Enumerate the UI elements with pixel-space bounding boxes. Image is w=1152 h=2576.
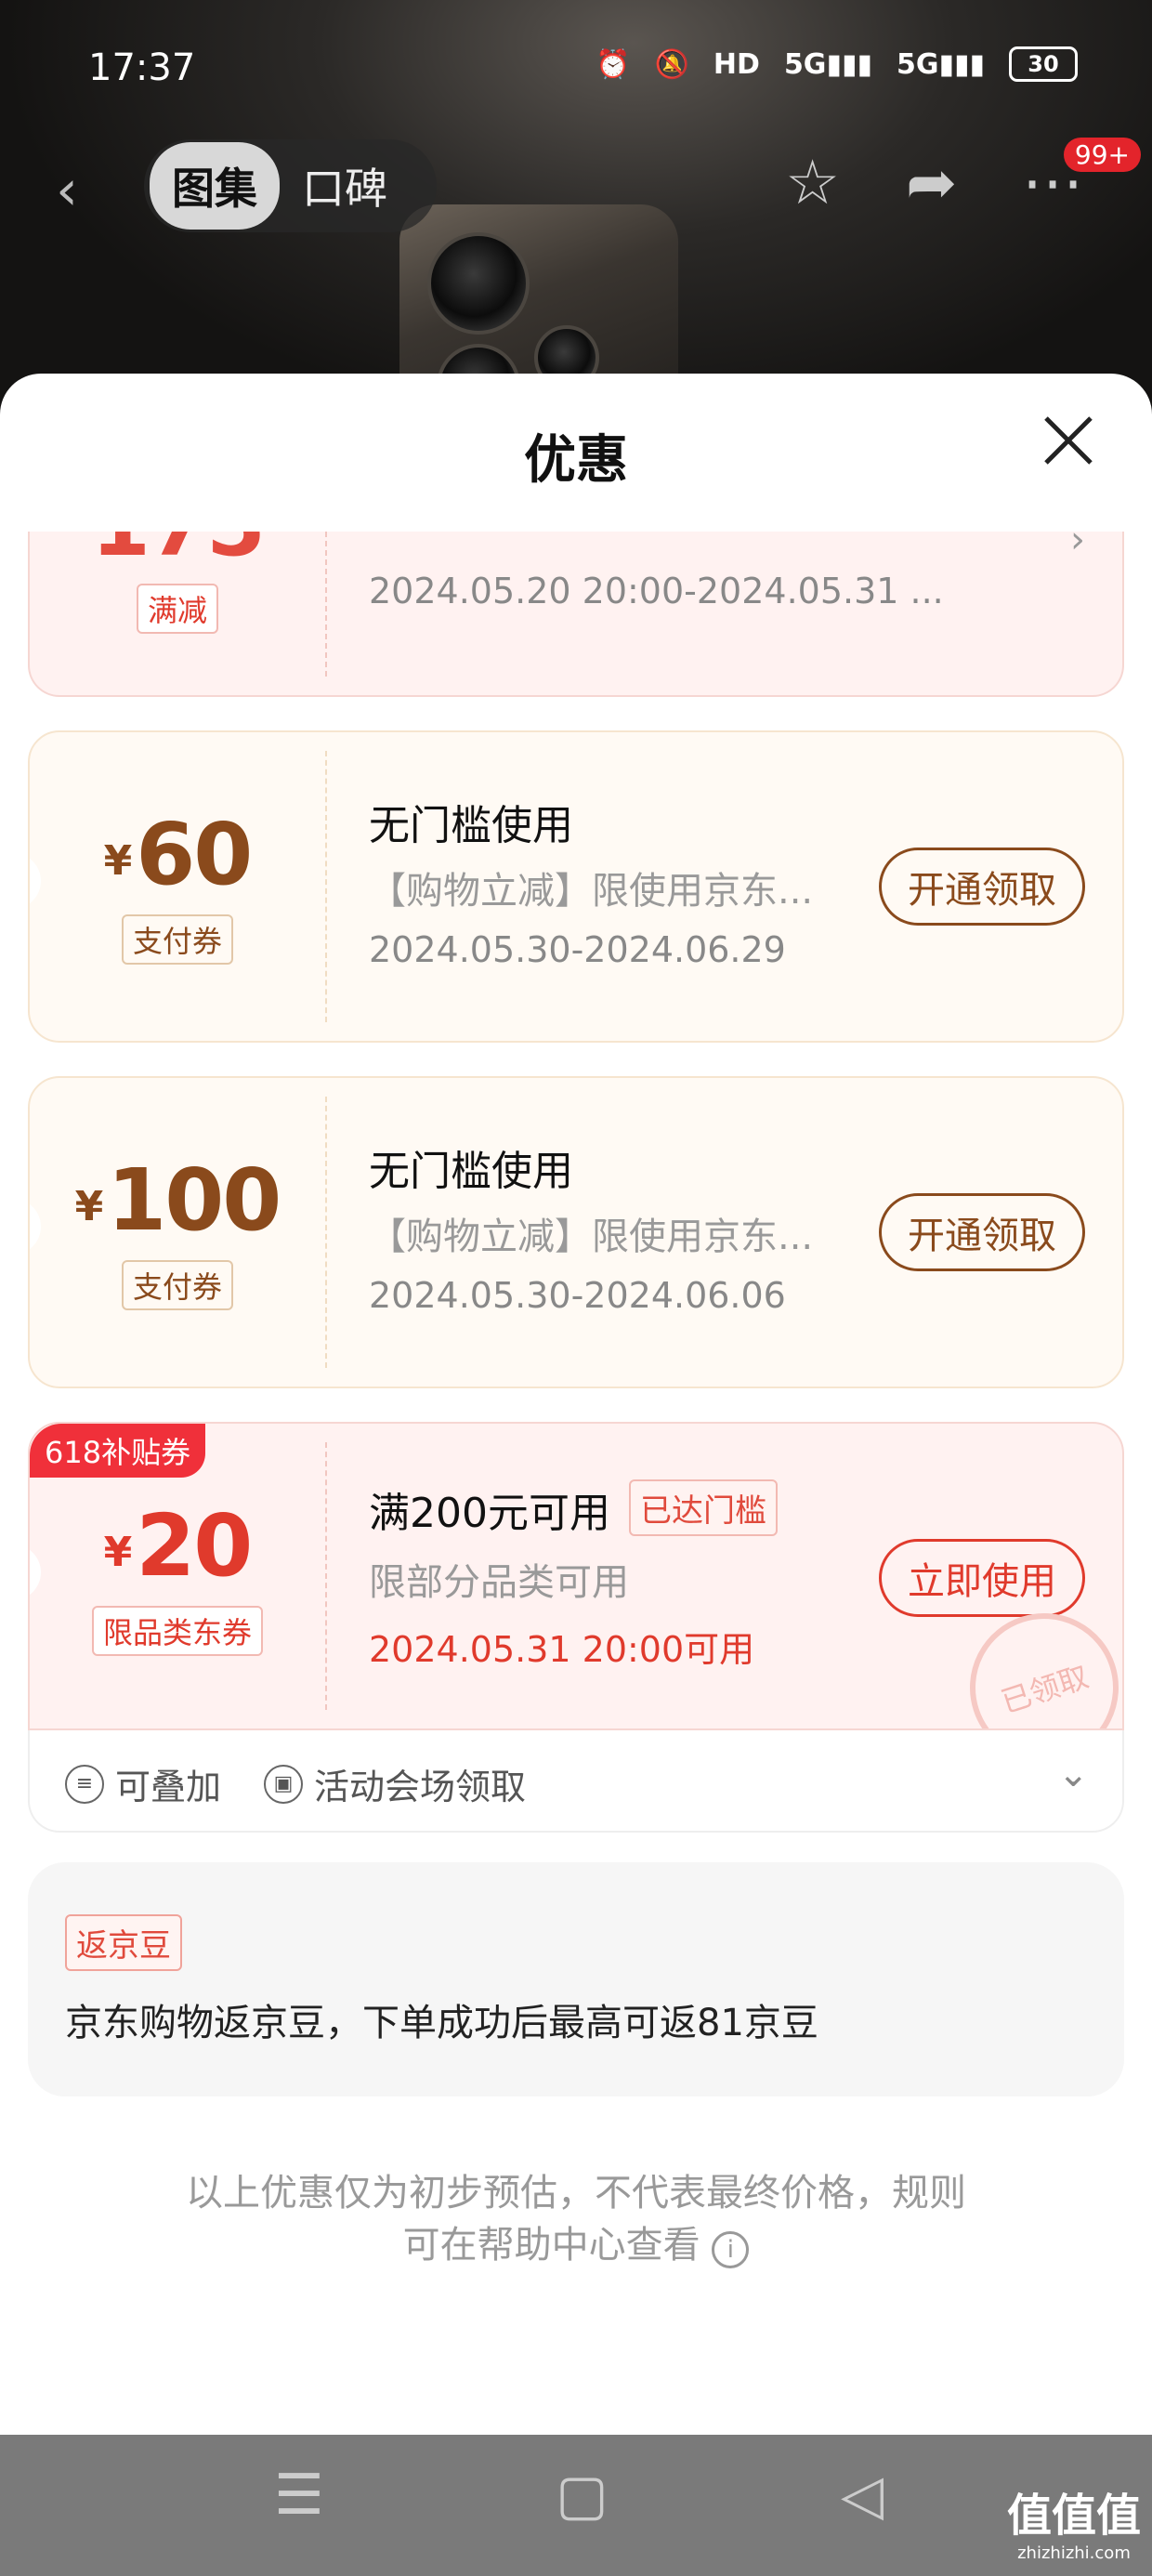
coupon-card[interactable]: ¥60 支付券 无门槛使用 【购物立减】限使用京东... 2024.05.30-… bbox=[28, 730, 1124, 1043]
menu-icon[interactable]: ☰ bbox=[274, 2463, 324, 2528]
coupon-description: 限部分品类可用 bbox=[369, 1561, 629, 1604]
stack-icon: ≡ bbox=[65, 1764, 104, 1804]
info-icon[interactable]: i bbox=[712, 2231, 750, 2268]
coupon-validity: 2024.05.31 20:00可用 bbox=[369, 1629, 755, 1670]
signal-icon: 5G▮▮▮ bbox=[783, 47, 872, 81]
hd-icon: HD bbox=[713, 47, 760, 81]
coupon-amount: 60 bbox=[136, 805, 253, 904]
coupon-type-tag: 限品类东券 bbox=[91, 1606, 264, 1656]
coupon-title: 无门槛使用 bbox=[369, 1148, 573, 1195]
star-icon[interactable]: ☆ bbox=[785, 147, 840, 218]
tab-reviews[interactable]: 口碑 bbox=[280, 142, 410, 230]
coupon-card[interactable]: 618补贴券 ¥20 限品类东券 满200元可用 已达门槛 限部分品类可用 202… bbox=[28, 1422, 1124, 1730]
coupon-description: 【购物立减】限使用京东... bbox=[369, 870, 814, 913]
coupon-validity: 2024.05.30-2024.06.29 bbox=[369, 929, 786, 970]
coupon-title-row: 满200元可用 已达门槛 bbox=[369, 1479, 778, 1539]
watermark: 值值值 zhizhizhi.com bbox=[1006, 2490, 1141, 2563]
coupon-card[interactable]: ¥100 支付券 无门槛使用 【购物立减】限使用京东... 2024.05.30… bbox=[28, 1076, 1124, 1388]
activate-claim-button[interactable]: 开通领取 bbox=[879, 1193, 1085, 1271]
sheet-title: 优惠 bbox=[524, 430, 628, 491]
share-icon[interactable]: ➦ bbox=[906, 147, 957, 218]
status-time: 17:37 bbox=[88, 46, 196, 89]
back-triangle-icon[interactable]: ◁ bbox=[841, 2463, 884, 2528]
coupon-description: 【购物立减】限使用京东... bbox=[369, 1216, 814, 1258]
bean-tag: 返京豆 bbox=[65, 1914, 182, 1971]
mute-icon: 🔕 bbox=[654, 47, 689, 81]
alarm-icon: ⏰ bbox=[596, 47, 631, 81]
coupon-validity: 2024.05.30-2024.06.06 bbox=[369, 1275, 786, 1316]
coupon-features-row: ≡ 可叠加 ▣ 活动会场领取 ⌄ bbox=[28, 1730, 1124, 1833]
coupon-type-tag: 支付券 bbox=[121, 1260, 234, 1310]
coupon-validity: 2024.05.20 20:00-2024.05.31 ... bbox=[369, 571, 944, 611]
offers-sheet: 优惠 175 满减 2024.05.20 20:00-2024.05.31 ..… bbox=[0, 374, 1152, 2435]
notification-badge: 99+ bbox=[1063, 138, 1141, 172]
coupon-type-tag: 满减 bbox=[136, 584, 219, 634]
tab-switcher: 图集 口碑 bbox=[144, 139, 437, 232]
coupon-title: 无门槛使用 bbox=[369, 802, 573, 849]
signal-icon-2: 5G▮▮▮ bbox=[896, 47, 985, 81]
jd-bean-rebate-card: 返京豆 京东购物返京豆，下单成功后最高可返81京豆 bbox=[28, 1862, 1124, 2096]
home-icon[interactable]: ▢ bbox=[556, 2463, 609, 2528]
status-bar: 17:37 ⏰ 🔕 HD 5G▮▮▮ 5G▮▮▮ 30 bbox=[0, 0, 1152, 139]
activate-claim-button[interactable]: 开通领取 bbox=[879, 848, 1085, 926]
chevron-down-icon[interactable]: ⌄ bbox=[1057, 1753, 1089, 1795]
ticket-icon: ▣ bbox=[264, 1764, 303, 1804]
coupon-title: 满200元可用 bbox=[369, 1490, 610, 1537]
system-navigation-bar: ☰ ▢ ◁ 值值值 zhizhizhi.com bbox=[0, 2435, 1152, 2576]
coupon-amount: 175 bbox=[91, 532, 266, 575]
venue-claim-feature: ▣ 活动会场领取 bbox=[264, 1758, 526, 1809]
battery-icon: 30 bbox=[1009, 46, 1078, 82]
top-navigation: ‹ 图集 口碑 ☆ ➦ ⋯ 99+ bbox=[0, 138, 1152, 232]
coupon-card[interactable]: 175 满减 2024.05.20 20:00-2024.05.31 ... › bbox=[28, 532, 1124, 697]
tab-gallery[interactable]: 图集 bbox=[150, 142, 280, 230]
stackable-feature: ≡ 可叠加 bbox=[65, 1758, 221, 1809]
disclaimer: 以上优惠仅为初步预估，不代表最终价格，规则 可在帮助中心查看 i bbox=[186, 2172, 966, 2268]
threshold-reached-badge: 已达门槛 bbox=[628, 1479, 778, 1536]
chevron-right-icon[interactable]: › bbox=[1070, 532, 1085, 561]
close-icon[interactable] bbox=[1039, 411, 1098, 470]
coupon-amount: 20 bbox=[136, 1496, 253, 1596]
bean-description: 京东购物返京豆，下单成功后最高可返81京豆 bbox=[65, 2002, 818, 2044]
use-now-button[interactable]: 立即使用 bbox=[879, 1539, 1085, 1617]
back-icon[interactable]: ‹ bbox=[56, 158, 78, 223]
coupon-amount: 100 bbox=[107, 1150, 281, 1250]
coupon-type-tag: 支付券 bbox=[121, 914, 234, 965]
